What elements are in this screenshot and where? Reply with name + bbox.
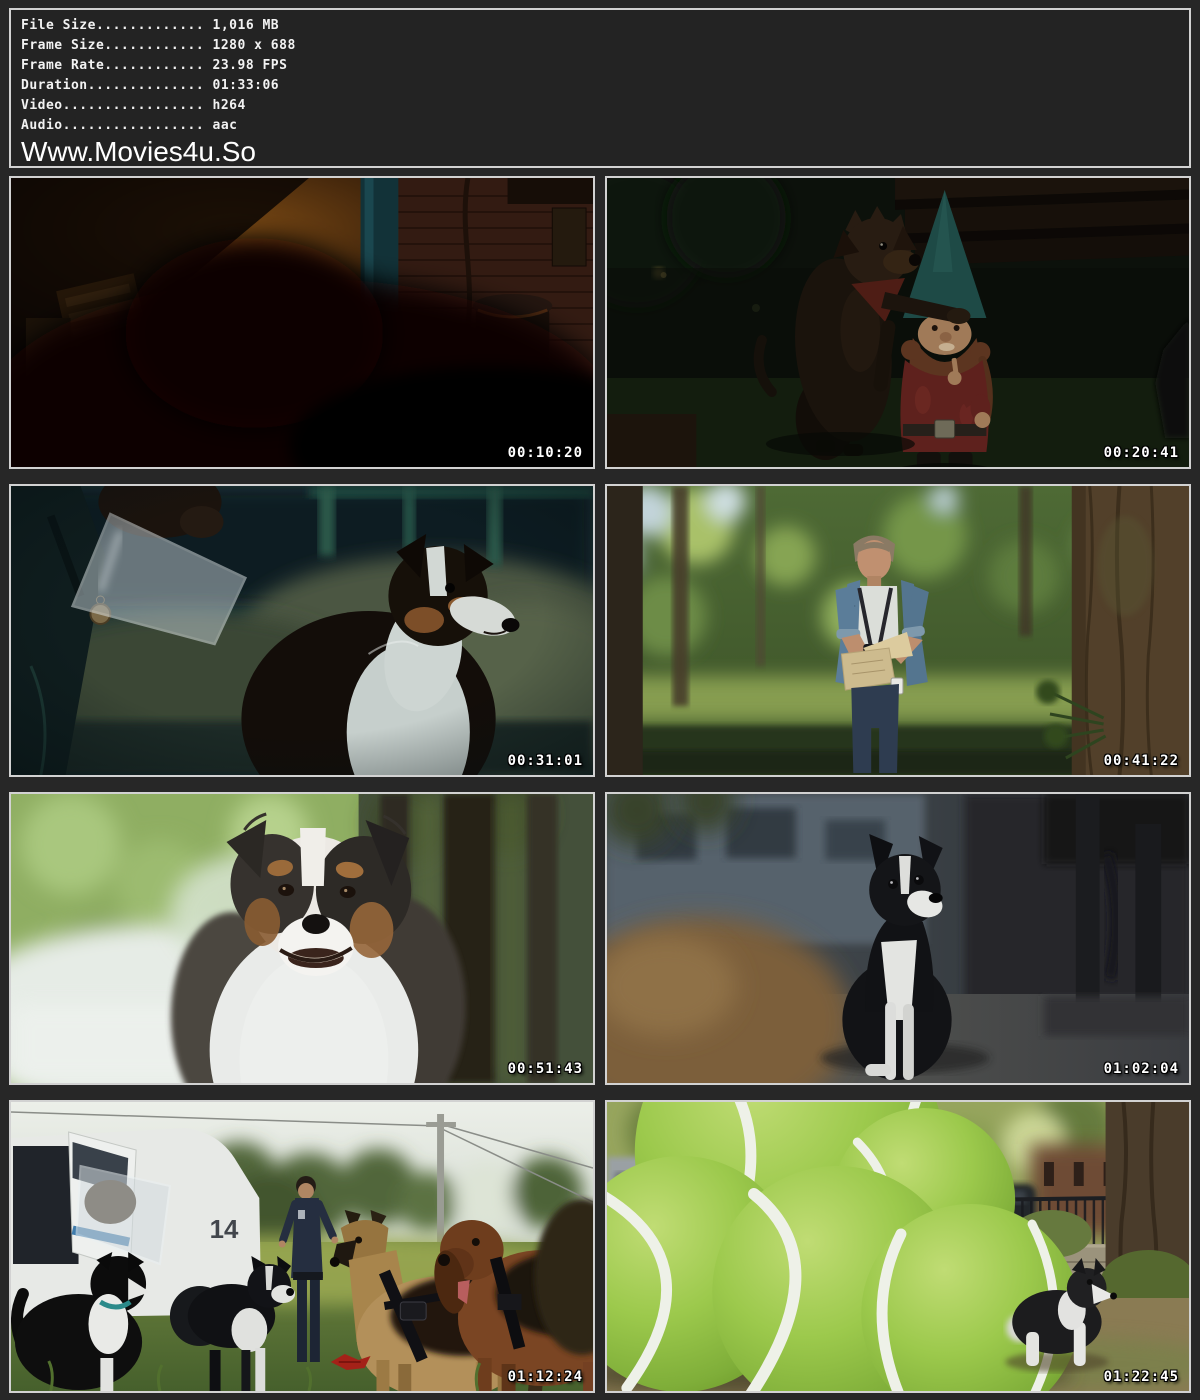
timestamp: 01:02:04	[1104, 1061, 1179, 1077]
k9-harness-patch	[400, 1302, 426, 1320]
timestamp: 00:41:22	[1104, 753, 1179, 769]
scene-barn-teal	[11, 486, 593, 775]
screenshot-3: 00:31:01	[9, 484, 595, 777]
timestamp: 01:22:45	[1104, 1369, 1179, 1385]
timestamp: 00:31:01	[508, 753, 583, 769]
screenshot-grid: 00:10:20	[9, 176, 1191, 1393]
media-info-box: File Size............. 1,016 MB Frame Si…	[9, 8, 1191, 168]
info-line-frame-size: Frame Size............ 1280 x 688	[21, 36, 1179, 56]
info-line-audio: Audio................. aac	[21, 116, 1179, 136]
watermark-text: Www.Movies4u.So	[21, 137, 1179, 166]
screenshot-7: 14	[9, 1100, 595, 1393]
screenshot-6: 01:02:04	[605, 792, 1191, 1085]
info-line-duration: Duration.............. 01:33:06	[21, 76, 1179, 96]
scene-tennis-balls	[607, 1102, 1189, 1391]
info-line-video: Video................. h264	[21, 96, 1179, 116]
timestamp: 00:51:43	[508, 1061, 583, 1077]
scene-gnome-night	[607, 178, 1189, 467]
screenshot-2: 00:20:41	[605, 176, 1191, 469]
screenshot-1: 00:10:20	[9, 176, 595, 469]
timestamp: 00:10:20	[508, 445, 583, 461]
timestamp: 01:12:24	[508, 1369, 583, 1385]
screenshot-8: 01:22:45	[605, 1100, 1191, 1393]
van-number-text: 14	[210, 1216, 239, 1244]
screenshot-4: 00:41:22	[605, 484, 1191, 777]
scene-aussie-portrait	[11, 794, 593, 1083]
scene-night-alley	[11, 178, 593, 467]
utility-pole	[437, 1114, 444, 1244]
info-line-frame-rate: Frame Rate............ 23.98 FPS	[21, 56, 1179, 76]
electrical-box	[552, 208, 586, 266]
info-line-file-size: File Size............. 1,016 MB	[21, 16, 1179, 36]
timestamp: 00:20:41	[1104, 445, 1179, 461]
tree-trunk	[607, 486, 643, 775]
scene-k9-yard: 14	[11, 1102, 593, 1391]
scene-pine-forest-man	[607, 486, 1189, 775]
scene-boston-terrier	[607, 794, 1189, 1083]
screenshot-5: 00:51:43	[9, 792, 595, 1085]
screenshot-collage-page: File Size............. 1,016 MB Frame Si…	[0, 0, 1200, 1400]
